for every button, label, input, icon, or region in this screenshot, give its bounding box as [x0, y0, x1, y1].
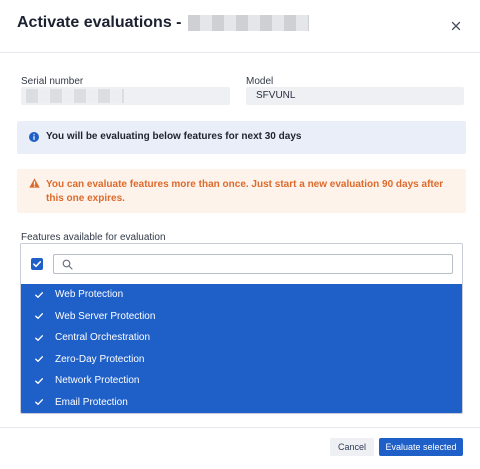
- feature-item-email-protection[interactable]: Email Protection: [21, 392, 462, 414]
- evaluate-selected-button[interactable]: Evaluate selected: [379, 438, 463, 456]
- feature-label: Central Orchestration: [55, 332, 151, 344]
- feature-item-web-protection[interactable]: Web Protection: [21, 284, 462, 306]
- checkmark-icon: [35, 334, 43, 341]
- warning-banner-text: You can evaluate features more than once…: [46, 179, 444, 204]
- dialog-title-text: Activate evaluations -: [17, 14, 182, 31]
- feature-search-input[interactable]: [78, 257, 448, 271]
- feature-search-box[interactable]: [53, 254, 453, 274]
- serial-number-label: Serial number: [21, 76, 84, 87]
- warning-banner: You can evaluate features more than once…: [17, 169, 466, 213]
- model-field: SFVUNL: [246, 87, 464, 105]
- checkmark-icon: [33, 261, 42, 268]
- select-all-checkbox[interactable]: [31, 258, 43, 270]
- info-banner: You will be evaluating below features fo…: [17, 121, 466, 154]
- model-label: Model: [246, 76, 274, 87]
- feature-item-zero-day-protection[interactable]: Zero-Day Protection: [21, 349, 462, 371]
- info-banner-text: You will be evaluating below features fo…: [46, 131, 302, 142]
- redacted-serial-number: [26, 89, 124, 103]
- checkmark-icon: [35, 356, 43, 363]
- feature-item-central-orchestration[interactable]: Central Orchestration: [21, 327, 462, 349]
- checkmark-icon: [35, 399, 43, 406]
- feature-label: Web Protection: [55, 289, 124, 301]
- feature-label: Zero-Day Protection: [55, 353, 145, 365]
- dialog-header: Activate evaluations -: [0, 0, 480, 53]
- warning-icon: [29, 178, 40, 188]
- close-icon: [451, 21, 461, 31]
- redacted-device-name: [187, 15, 309, 31]
- checkmark-icon: [35, 313, 43, 320]
- search-icon: [62, 259, 73, 270]
- feature-list: Web Protection Web Server Protection Cen…: [21, 284, 462, 414]
- info-icon: [29, 132, 39, 142]
- features-label: Features available for evaluation: [21, 232, 166, 243]
- feature-label: Network Protection: [55, 375, 140, 387]
- features-list-box: Web Protection Web Server Protection Cen…: [20, 243, 463, 414]
- activate-evaluations-dialog: Activate evaluations - Serial number Mod…: [0, 0, 480, 469]
- feature-item-network-protection[interactable]: Network Protection: [21, 370, 462, 392]
- dialog-footer: Cancel Evaluate selected: [0, 427, 480, 469]
- dialog-title: Activate evaluations -: [17, 14, 309, 32]
- feature-label: Email Protection: [55, 396, 128, 408]
- cancel-button[interactable]: Cancel: [330, 438, 374, 456]
- feature-label: Web Server Protection: [55, 310, 156, 322]
- close-button[interactable]: [446, 16, 466, 36]
- checkmark-icon: [35, 377, 43, 384]
- checkmark-icon: [35, 291, 43, 298]
- feature-item-web-server-protection[interactable]: Web Server Protection: [21, 306, 462, 328]
